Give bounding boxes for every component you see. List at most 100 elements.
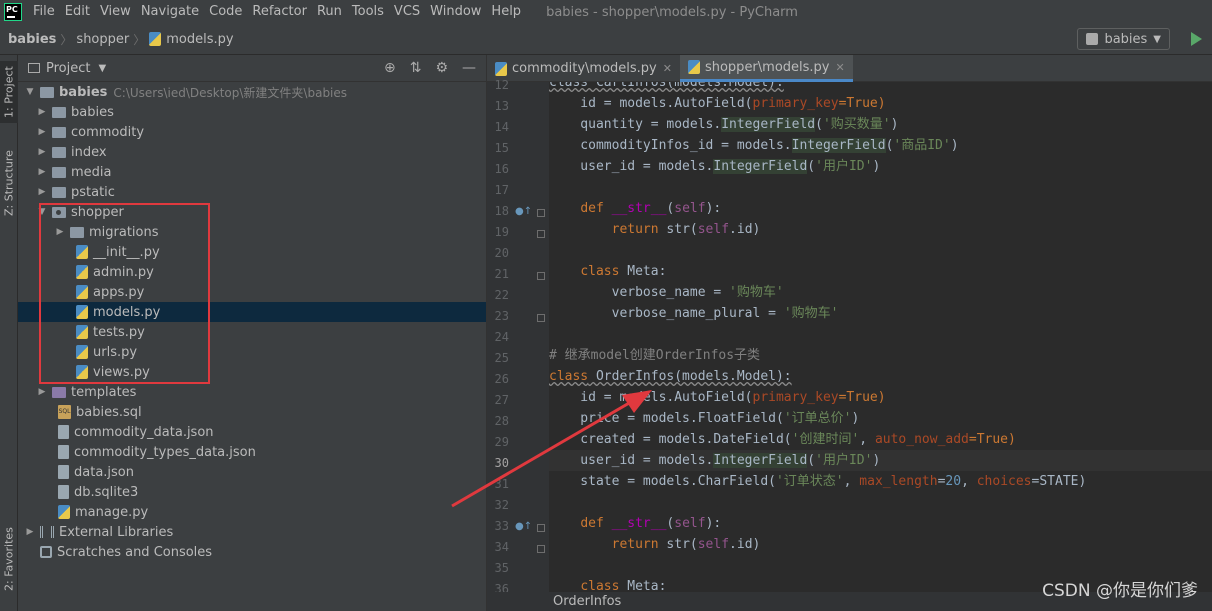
code-function-name: __str__ <box>603 201 667 216</box>
line-number: 15 <box>494 141 509 155</box>
collapsed-arrow-icon[interactable]: ▶ <box>36 147 48 157</box>
close-icon[interactable]: ✕ <box>663 62 672 75</box>
override-marker-icon[interactable]: ●↑ <box>515 206 532 217</box>
fold-icon[interactable] <box>537 230 545 238</box>
menu-edit[interactable]: Edit <box>60 0 95 24</box>
collapsed-arrow-icon[interactable]: ▶ <box>54 227 66 237</box>
menu-run[interactable]: Run <box>312 0 347 24</box>
menu-vcs[interactable]: VCS <box>389 0 425 24</box>
code-text: class CartInfos(models.Model): <box>549 82 784 90</box>
code-kwarg: primary_key <box>752 96 839 111</box>
code-keyword: class <box>549 369 589 384</box>
tool-window-favorites[interactable]: 2: Favorites <box>0 520 18 598</box>
hide-icon[interactable]: — <box>462 60 476 76</box>
code-text: ): <box>705 516 722 531</box>
menu-file[interactable]: File <box>28 0 60 24</box>
tree-item-init-py[interactable]: __init__.py <box>18 242 486 262</box>
folder-icon <box>40 86 54 98</box>
tab-shopper-models[interactable]: shopper\models.py ✕ <box>679 55 853 82</box>
menu-navigate[interactable]: Navigate <box>136 0 204 24</box>
gear-icon[interactable]: ⚙ <box>435 60 448 76</box>
tree-item-tests-py[interactable]: tests.py <box>18 322 486 342</box>
collapse-all-icon[interactable]: ⇅ <box>410 60 422 76</box>
tree-item-commodity-types-data-json[interactable]: commodity_types_data.json <box>18 442 486 462</box>
code-breadcrumb-item[interactable]: OrderInfos <box>553 594 621 609</box>
tree-item-external-libraries[interactable]: ▶ External Libraries <box>18 522 486 542</box>
menu-tools[interactable]: Tools <box>347 0 389 24</box>
locate-icon[interactable]: ⊕ <box>384 60 396 76</box>
menu-help[interactable]: Help <box>486 0 526 24</box>
close-icon[interactable]: ✕ <box>836 61 845 74</box>
collapsed-arrow-icon[interactable]: ▶ <box>36 387 48 397</box>
tree-root-babies[interactable]: ▼ babies C:\Users\ied\Desktop\新建文件夹\babi… <box>18 82 486 102</box>
code-text: state = models.CharField( <box>549 474 776 489</box>
tree-item-manage-py[interactable]: manage.py <box>18 502 486 522</box>
tree-item-models-py[interactable]: models.py <box>18 302 486 322</box>
project-view-selector[interactable]: Project <box>46 61 90 76</box>
tree-item-apps-py[interactable]: apps.py <box>18 282 486 302</box>
fold-icon[interactable] <box>537 272 545 280</box>
tree-item-templates[interactable]: ▶ templates <box>18 382 486 402</box>
tree-item-commodity-data-json[interactable]: commodity_data.json <box>18 422 486 442</box>
breadcrumb-project[interactable]: babies <box>0 32 56 47</box>
chevron-down-icon: ▼ <box>1153 33 1161 45</box>
code-line: quantity = models.IntegerField('购买数量') <box>549 114 1212 135</box>
tree-item-babies-sql[interactable]: SQL babies.sql <box>18 402 486 422</box>
code-text: ) <box>872 453 881 468</box>
run-play-icon[interactable] <box>1191 32 1202 46</box>
navigation-bar: babies 〉 shopper 〉 models.py babies ▼ <box>0 24 1212 55</box>
line-number: 19 <box>494 225 509 239</box>
tree-item-admin-py[interactable]: admin.py <box>18 262 486 282</box>
collapsed-arrow-icon[interactable]: ▶ <box>36 167 48 177</box>
menu-window[interactable]: Window <box>425 0 486 24</box>
python-file-icon <box>58 505 70 519</box>
menu-view[interactable]: View <box>95 0 136 24</box>
fold-icon[interactable] <box>537 209 545 217</box>
code-self: self <box>697 537 730 552</box>
breadcrumb-file[interactable]: models.py <box>149 32 234 47</box>
tree-item-db-sqlite3[interactable]: db.sqlite3 <box>18 482 486 502</box>
fold-icon[interactable] <box>537 545 545 553</box>
tree-item-migrations[interactable]: ▶ migrations <box>18 222 486 242</box>
breadcrumb-folder[interactable]: shopper <box>76 32 129 47</box>
tree-item-babies[interactable]: ▶ babies <box>18 102 486 122</box>
line-number: 33 <box>494 519 509 533</box>
tree-item-index[interactable]: ▶ index <box>18 142 486 162</box>
tree-item-data-json[interactable]: data.json <box>18 462 486 482</box>
tab-commodity-models[interactable]: commodity\models.py ✕ <box>487 55 680 82</box>
tree-item-pstatic[interactable]: ▶ pstatic <box>18 182 486 202</box>
code-keyword: def <box>580 516 604 531</box>
collapsed-arrow-icon[interactable]: ▶ <box>36 127 48 137</box>
line-number: 20 <box>494 246 509 260</box>
fold-icon[interactable] <box>537 314 545 322</box>
tree-item-urls-py[interactable]: urls.py <box>18 342 486 362</box>
override-marker-icon[interactable]: ●↑ <box>515 521 532 532</box>
code-line: id = models.AutoField(primary_key=True) <box>549 93 1212 114</box>
code-self: self <box>674 201 706 216</box>
collapsed-arrow-icon[interactable]: ▶ <box>36 187 48 197</box>
tree-item-shopper[interactable]: ▼ shopper <box>18 202 486 222</box>
tool-window-project[interactable]: 1: Project <box>0 61 18 123</box>
tree-item-media[interactable]: ▶ media <box>18 162 486 182</box>
tool-window-structure[interactable]: Z: Structure <box>0 147 18 219</box>
chevron-down-icon[interactable]: ▼ <box>98 63 106 74</box>
code-line: def __str__(self): <box>549 198 1212 219</box>
collapsed-arrow-icon[interactable]: ▶ <box>24 527 36 537</box>
tree-item-scratches[interactable]: Scratches and Consoles <box>18 542 486 562</box>
menu-refactor[interactable]: Refactor <box>247 0 312 24</box>
tree-item-label: commodity_types_data.json <box>74 444 256 460</box>
tree-item-commodity[interactable]: ▶ commodity <box>18 122 486 142</box>
run-configuration-dropdown[interactable]: babies ▼ <box>1077 28 1170 50</box>
code-area[interactable]: class CartInfos(models.Model): id = mode… <box>549 82 1212 592</box>
code-class-def: class OrderInfos(models.Model): <box>549 369 792 384</box>
code-string: '用户ID' <box>815 159 873 174</box>
project-header-tools: ⊕ ⇅ ⚙ — <box>384 60 476 76</box>
collapsed-arrow-icon[interactable]: ▶ <box>36 107 48 117</box>
tree-item-label: db.sqlite3 <box>74 484 139 500</box>
fold-icon[interactable] <box>537 524 545 532</box>
expand-arrow-icon[interactable]: ▼ <box>24 87 36 97</box>
tree-item-views-py[interactable]: views.py <box>18 362 486 382</box>
menu-code[interactable]: Code <box>204 0 247 24</box>
expand-arrow-icon[interactable]: ▼ <box>36 207 48 217</box>
